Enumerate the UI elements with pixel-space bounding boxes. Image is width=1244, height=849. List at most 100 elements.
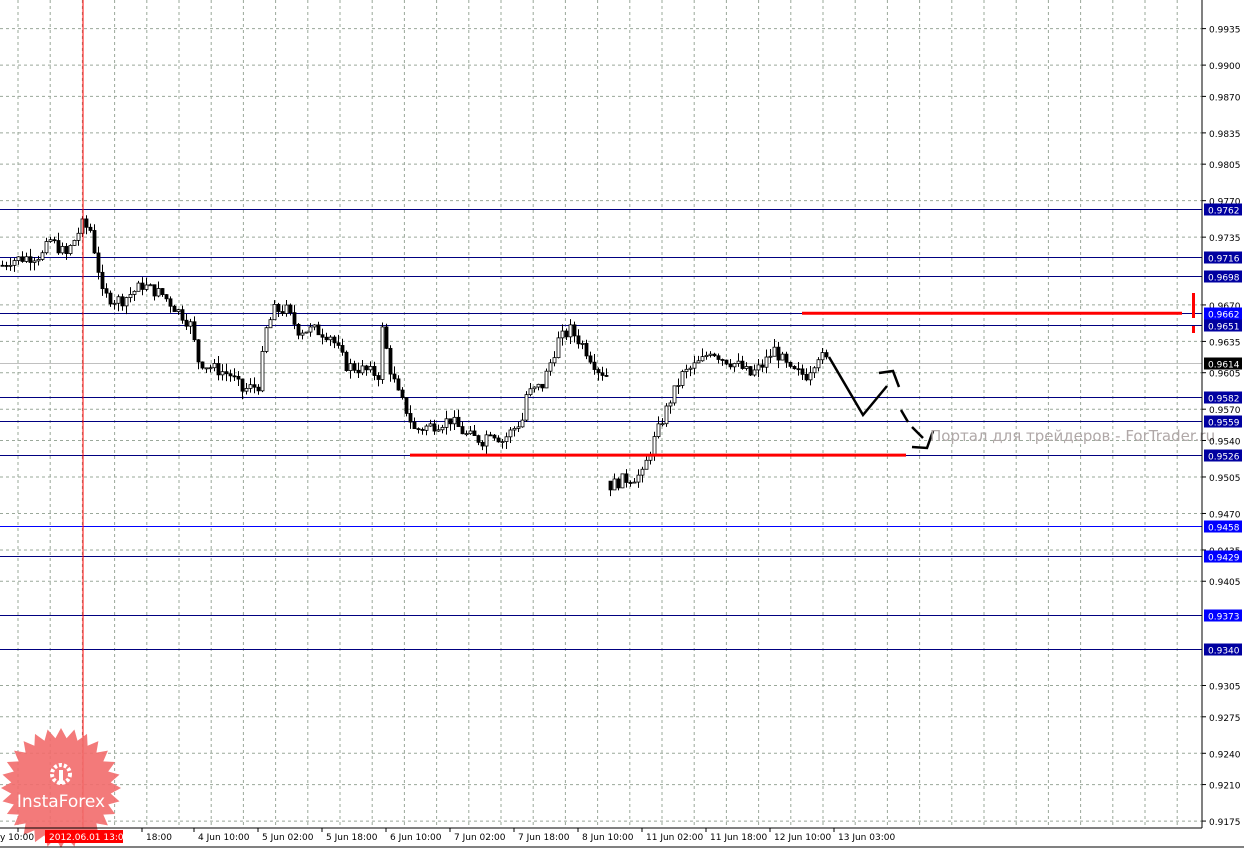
candle-body (40, 252, 45, 260)
candle-body (596, 369, 601, 374)
candle-body (200, 361, 205, 369)
candle-body (368, 366, 373, 371)
candle-body (608, 480, 613, 491)
candle-body (424, 425, 429, 431)
level-label: 0.9582 (1208, 395, 1240, 405)
candle-body (136, 282, 141, 292)
x-tick-label: 11 Jun 02:00 (646, 833, 703, 843)
candle-body (776, 346, 781, 361)
candle-body (12, 260, 17, 266)
x-tick-label: 11 Jun 18:00 (710, 833, 767, 843)
candle-body (632, 481, 637, 484)
candle-body (376, 375, 381, 380)
candle-body (248, 384, 253, 389)
candle-body (288, 304, 293, 314)
candle-body (696, 360, 701, 364)
candle-body (532, 386, 537, 390)
candle-body (224, 371, 229, 375)
crosshair-time-badge: 2012.06.01 13:00 (45, 830, 130, 843)
candle-body (60, 246, 65, 254)
x-tick-label: y 10:00 (0, 833, 34, 843)
candle-body (280, 311, 285, 314)
candle-body (256, 386, 261, 392)
candle-body (748, 366, 753, 376)
x-tick-label: 5 Jun 18:00 (326, 833, 378, 843)
y-tick-label: 0.9470 (1209, 510, 1241, 520)
candle-body (420, 429, 425, 431)
candle-body (664, 405, 669, 425)
candle-body (388, 347, 393, 375)
candle-body (236, 376, 241, 380)
x-tick-label: 4 Jun 10:00 (198, 833, 250, 843)
level-label: 0.9651 (1208, 323, 1240, 333)
candle-body (820, 352, 825, 361)
candle-body (568, 324, 573, 338)
candle-body (132, 290, 137, 295)
candle-body (216, 363, 221, 376)
candle-body (724, 359, 729, 365)
candle-body (728, 363, 733, 368)
candle-body (592, 361, 597, 370)
candle-body (484, 434, 489, 447)
candle-body (324, 336, 329, 341)
y-tick-label: 0.9735 (1209, 234, 1241, 244)
y-tick-label: 0.9870 (1209, 93, 1241, 103)
candle-body (736, 360, 741, 364)
candle-body (308, 326, 313, 333)
candle-body (400, 389, 405, 398)
candle-body (716, 355, 721, 360)
candle-body (552, 357, 557, 364)
candle-body (692, 362, 697, 369)
candle-body (444, 418, 449, 428)
price-chart[interactable]: Портал для трейдеров - ForTrader.ru Inst… (0, 0, 1244, 849)
candle-body (212, 363, 217, 369)
candle-body (600, 372, 605, 376)
candle-body (732, 363, 737, 368)
candle-body (640, 468, 645, 476)
candle-body (336, 342, 341, 346)
candle-body (92, 230, 97, 254)
y-tick-label: 0.9175 (1209, 818, 1241, 828)
candle-body (128, 294, 133, 298)
y-tick-label: 0.9935 (1209, 26, 1241, 36)
candle-body (720, 359, 725, 361)
candle-body (244, 388, 249, 392)
candle-body (384, 326, 389, 349)
candle-body (612, 478, 617, 491)
candle-body (344, 351, 349, 371)
candle-body (396, 378, 401, 391)
candle-body (96, 252, 101, 273)
candle-body (500, 441, 505, 443)
level-label: 0.9526 (1208, 453, 1240, 463)
candle-body (492, 434, 497, 439)
candle-body (32, 260, 37, 263)
candle-body (356, 369, 361, 374)
time-axis: y 10:00 18:00 4 Jun 10:00 5 Jun 02:00 5 Jun … (0, 828, 895, 843)
candle-body (320, 334, 325, 338)
candle-body (764, 356, 769, 368)
candle-body (228, 373, 233, 377)
candle-body (64, 246, 69, 254)
y-tick-label: 0.9405 (1209, 578, 1241, 588)
candle-body (36, 259, 41, 262)
candle-body (792, 366, 797, 370)
price-axis: 0.99350.99000.98700.98350.98050.97700.97… (1202, 26, 1242, 828)
candle-body (512, 428, 517, 431)
level-label: 0.9458 (1208, 524, 1240, 534)
level-label: 0.9429 (1208, 554, 1240, 564)
candle-body (292, 312, 297, 325)
candle-body (620, 473, 625, 489)
candle-body (204, 367, 209, 370)
candle-body (548, 362, 553, 372)
candle-body (684, 368, 689, 372)
current-price-label: 0.9614 (1208, 361, 1240, 371)
candle-body (572, 324, 577, 337)
y-tick-label: 0.9805 (1209, 161, 1241, 171)
candle-body (52, 239, 57, 242)
candle-body (220, 371, 225, 376)
candle-body (72, 239, 77, 246)
candle-body (740, 360, 745, 369)
candle-body (780, 353, 785, 361)
level-label: 0.9340 (1208, 647, 1240, 657)
candle-body (448, 418, 453, 425)
